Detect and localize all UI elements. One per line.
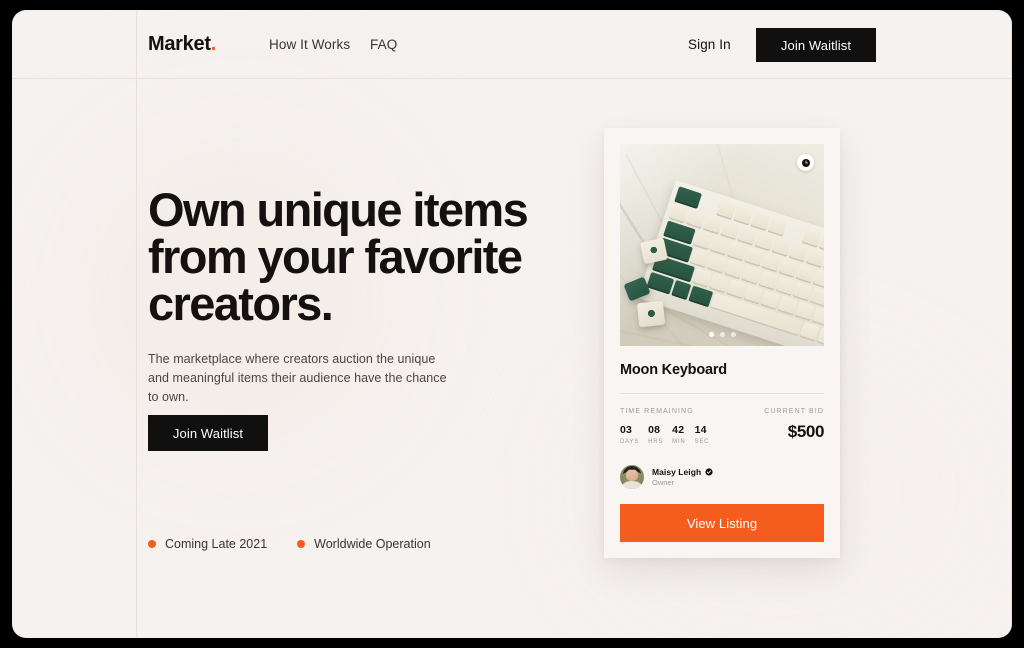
carousel-dot[interactable] [730,332,736,337]
countdown-unit-seconds: 14 SEC [695,424,710,445]
page-surface: Market. How It Works FAQ Sign In Join Wa… [12,10,1012,638]
countdown-value: 14 [694,424,707,436]
brand-logo[interactable]: Market. [148,33,216,56]
countdown-value: 08 [648,424,661,436]
countdown-unit-label: HRS [648,439,664,445]
nav-link-faq[interactable]: FAQ [370,37,397,52]
owner-role: Owner [652,478,675,487]
hero-feature-label: Worldwide Operation [314,537,431,551]
product-card[interactable]: Moon Keyboard TIME REMAINING 03 DAYS 08 … [604,128,840,558]
carousel-dot[interactable] [708,332,714,337]
current-bid-label: CURRENT BID [764,408,824,415]
owner-name-row: Maisy Leigh [652,467,713,477]
countdown-unit-hours: 08 HRS [648,424,663,445]
product-title: Moon Keyboard [620,362,727,378]
countdown-unit-minutes: 42 MIN [672,424,685,445]
owner-row[interactable]: Maisy Leigh Owner [620,465,824,489]
sign-in-link[interactable]: Sign In [688,37,731,52]
verified-check-icon [705,468,713,476]
owner-text: Maisy Leigh Owner [652,467,713,487]
bullet-dot-icon [148,540,156,548]
bid-info-row: TIME REMAINING 03 DAYS 08 HRS 42 MIN 14 … [620,408,824,445]
current-bid-block: CURRENT BID $500 [764,408,824,442]
countdown-value: 03 [620,424,633,436]
layout-guide-horizontal-nav [12,78,1012,79]
hero-feature-item: Coming Late 2021 [148,537,267,551]
view-listing-button[interactable]: View Listing [620,504,824,542]
loose-keycap [636,300,666,328]
avatar-body [622,481,642,489]
time-remaining-block: TIME REMAINING 03 DAYS 08 HRS 42 MIN 14 … [620,408,709,445]
card-divider [620,393,824,394]
countdown-unit-label: DAYS [620,439,640,445]
hero-feature-label: Coming Late 2021 [165,537,268,551]
brand-dot: . [210,32,217,55]
carousel-dot[interactable] [719,332,725,337]
nav-join-waitlist-button[interactable]: Join Waitlist [756,28,876,62]
navbar: Market. How It Works FAQ Sign In Join Wa… [12,10,1012,78]
nav-link-how-it-works[interactable]: How It Works [269,37,350,52]
clock-icon [797,154,814,171]
browser-frame: Market. How It Works FAQ Sign In Join Wa… [0,0,1024,648]
brand-name: Market [148,32,211,55]
owner-name: Maisy Leigh [652,467,702,477]
countdown-unit-label: SEC [694,439,710,445]
bullet-dot-icon [297,540,306,548]
carousel-dots[interactable] [620,332,824,337]
product-image[interactable] [620,144,824,346]
hero-headline: Own unique items from your favorite crea… [148,183,529,330]
hero-feature-item: Worldwide Operation [297,537,431,551]
countdown-value: 42 [672,424,685,436]
current-bid-amount: $500 [787,422,825,441]
hero-join-waitlist-button[interactable]: Join Waitlist [148,415,268,451]
layout-guide-vertical-left [136,10,137,638]
keycap [805,247,824,269]
layout-guide-vertical-right [1011,10,1012,638]
hero-subtitle: The marketplace where creators auction t… [148,352,447,404]
hero-feature-list: Coming Late 2021 Worldwide Operation [148,537,431,551]
countdown-unit-days: 03 DAYS [620,424,639,445]
avatar [620,465,644,489]
countdown-unit-label: MIN [672,439,686,445]
countdown-timer: 03 DAYS 08 HRS 42 MIN 14 SEC [620,424,709,445]
time-remaining-label: TIME REMAINING [620,408,694,415]
